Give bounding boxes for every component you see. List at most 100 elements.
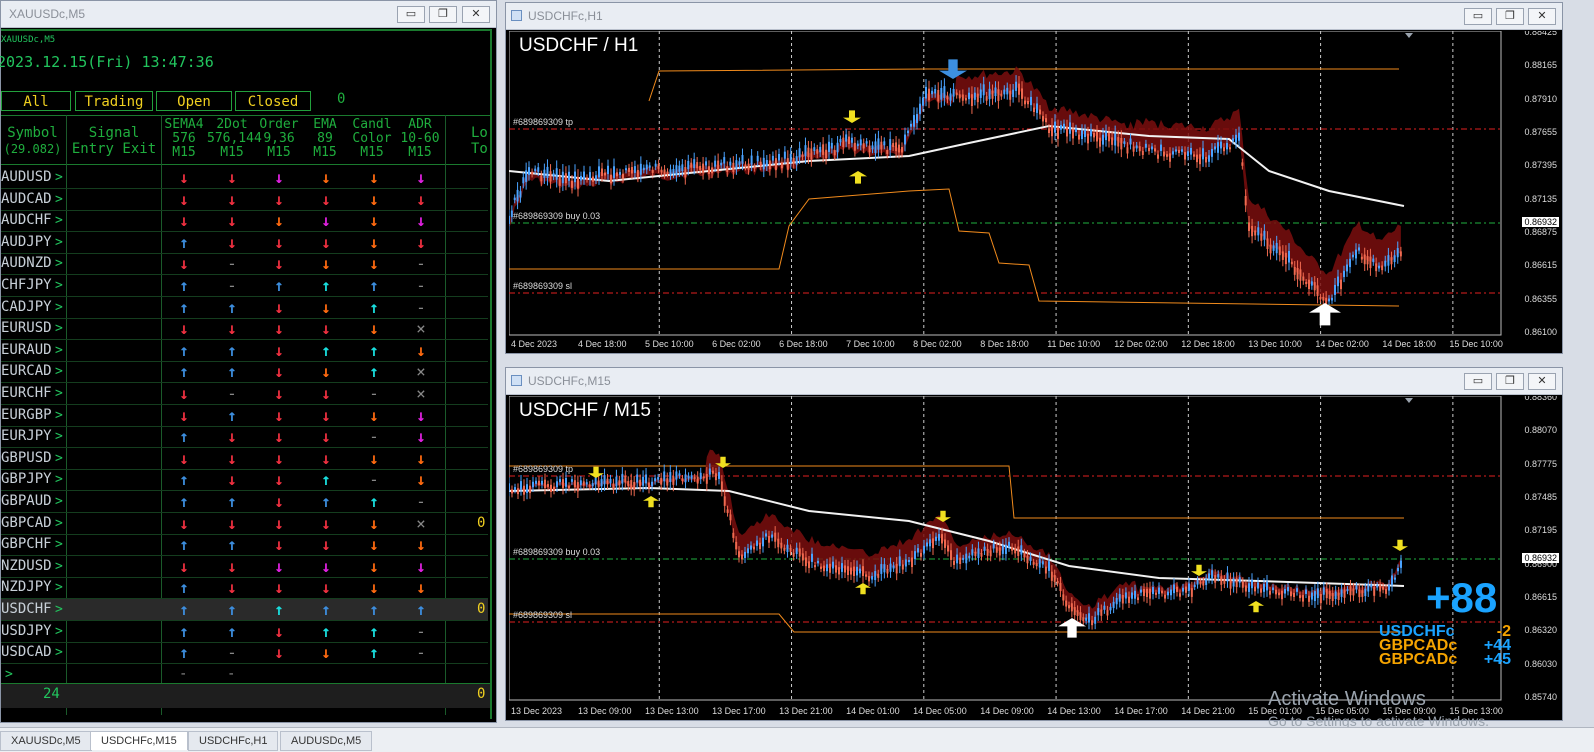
chevron-right-icon[interactable]: > (55, 167, 63, 188)
table-row[interactable]: EURCHF > ↓ - ↓ ↓ - × (1, 383, 488, 405)
candle-body (804, 557, 807, 567)
chevron-right-icon[interactable]: > (55, 448, 63, 469)
candle-body (675, 471, 678, 480)
candle-body (717, 160, 720, 171)
chevron-right-icon[interactable]: > (55, 232, 63, 253)
candle-body (898, 144, 900, 153)
table-row[interactable]: GBPAUD > ↑ ↑ ↓ ↑ ↑ - (1, 491, 488, 513)
table-row[interactable]: EURUSD > ↓ ↓ ↓ ↓ ↓ × (1, 318, 488, 341)
table-row[interactable]: EURJPY > ↑ ↓ ↓ ↓ - ↓ (1, 426, 488, 449)
candle-body (832, 561, 834, 569)
candle-body (856, 566, 858, 576)
tab-all[interactable]: All (1, 91, 71, 111)
table-row[interactable]: CADJPY > ↑ ↑ ↓ ↓ ↑ - (1, 297, 488, 319)
chevron-right-icon[interactable]: > (55, 534, 63, 555)
candle-body (997, 89, 1000, 101)
chevron-right-icon[interactable]: > (55, 491, 63, 512)
candle-body (1269, 244, 1272, 254)
candle-body (564, 173, 567, 184)
chevron-right-icon[interactable]: > (55, 599, 63, 620)
chevron-right-icon[interactable]: > (55, 318, 63, 339)
table-row[interactable]: GBPCAD > ↓ ↓ ↓ ↓ ↓ × 0 (1, 513, 488, 535)
candle-body (1331, 592, 1334, 602)
chart-m15-canvas[interactable]: USDCHF / M15 +88 USDCHFc -2 GBPCADc +44 GBPC… (509, 396, 1559, 717)
table-row[interactable]: CHFJPY > ↑ - ↑ ↑ ↑ - (1, 275, 488, 297)
candle-body (1352, 588, 1355, 596)
table-row[interactable]: EURCAD > ↑ ↑ ↓ ↓ ↑ × (1, 361, 488, 384)
candle-body (526, 484, 528, 493)
table-row[interactable]: EURAUD > ↑ ↑ ↓ ↑ ↑ ↓ (1, 340, 488, 362)
chevron-right-icon[interactable]: > (55, 383, 63, 404)
restore-button[interactable]: ❐ (429, 6, 457, 23)
close-button[interactable]: ✕ (462, 6, 490, 23)
chevron-right-icon[interactable]: > (55, 642, 63, 663)
candle-body (985, 96, 988, 101)
table-row[interactable]: AUDJPY > ↑ ↓ ↓ ↓ ↓ ↓ (1, 232, 488, 254)
table-row[interactable]: NZDUSD > ↓ ↓ ↓ ↓ ↓ ↓ (1, 556, 488, 578)
minimize-button[interactable]: ▭ (1464, 373, 1492, 390)
chevron-right-icon[interactable]: > (55, 405, 63, 426)
candle-body (883, 564, 886, 573)
table-row[interactable]: EURGBP > ↓ ↑ ↓ ↓ ↓ ↓ (1, 405, 488, 427)
chart-h1-canvas[interactable]: USDCHF / H1 #689869309 tp #689869309 buy … (509, 31, 1559, 350)
candle-body (535, 480, 537, 484)
restore-button[interactable]: ❐ (1496, 373, 1524, 390)
table-row[interactable]: AUDUSD > ↓ ↓ ↓ ↓ ↓ ↓ (1, 167, 488, 189)
table-row[interactable]: USDJPY > ↑ ↑ ↓ ↑ ↑ - (1, 621, 488, 643)
chart-h1-titlebar[interactable]: USDCHFc,H1 ▭ ❐ ✕ (506, 3, 1562, 30)
chevron-right-icon[interactable]: > (55, 189, 63, 210)
chevron-right-icon[interactable]: > (55, 340, 63, 361)
chevron-right-icon[interactable]: > (55, 577, 63, 598)
candle-body (708, 166, 710, 174)
candle-body (868, 145, 871, 153)
chart-tab[interactable]: AUDUSDc,M5 (280, 731, 373, 751)
table-row[interactable]: AUDCHF > ↓ ↓ ↓ ↓ ↓ ↓ (1, 210, 488, 233)
chevron-right-icon[interactable]: > (55, 513, 63, 534)
close-button[interactable]: ✕ (1528, 373, 1556, 390)
candle-body (1076, 610, 1079, 616)
tab-closed[interactable]: Closed (235, 91, 311, 111)
candle-body (1238, 132, 1240, 141)
chevron-right-icon[interactable]: > (55, 253, 63, 274)
chevron-right-icon[interactable]: > (55, 621, 63, 642)
table-row[interactable]: GBPJPY > ↑ ↓ ↓ ↑ - ↓ (1, 469, 488, 492)
tab-trading[interactable]: Trading (75, 91, 153, 111)
chevron-right-icon[interactable]: > (55, 210, 63, 231)
chevron-right-icon[interactable]: > (55, 275, 63, 296)
candle-body (1081, 130, 1083, 140)
arrow-shape (1191, 564, 1207, 576)
candle-body (601, 168, 603, 176)
candle-body (1075, 128, 1077, 133)
chevron-right-icon[interactable]: > (55, 469, 63, 490)
table-row[interactable]: GBPUSD > ↓ ↓ ↓ ↓ ↓ ↓ (1, 448, 488, 470)
candle-body (774, 532, 777, 542)
candle-body (546, 166, 549, 178)
chart-tab[interactable]: XAUUSDc,M5 (0, 731, 92, 751)
candle-body (786, 544, 789, 553)
chart-tab[interactable]: USDCHFc,M15 (90, 731, 188, 750)
candle-body (868, 576, 870, 582)
table-row[interactable]: GBPCHF > ↑ ↑ ↓ ↓ ↓ ↓ (1, 534, 488, 557)
chevron-right-icon[interactable]: > (55, 361, 63, 382)
candle-body (901, 564, 904, 570)
restore-button[interactable]: ❐ (1496, 8, 1524, 25)
arrow-down-icon: ↓ (321, 232, 331, 252)
minimize-button[interactable]: ▭ (397, 6, 425, 23)
minimize-button[interactable]: ▭ (1464, 8, 1492, 25)
chevron-right-icon[interactable]: > (55, 556, 63, 577)
table-row[interactable]: AUDNZD > ↓ - ↓ ↓ ↓ - (1, 253, 488, 276)
table-row[interactable]: AUDCAD > ↓ ↓ ↓ ↓ ↓ ↓ (1, 189, 488, 211)
dashboard-titlebar[interactable]: XAUUSDc,M5 ▭ ❐ ✕ (1, 1, 496, 28)
candle-body (1334, 284, 1336, 295)
row-lot-value: 0 (477, 514, 486, 531)
chart-tab[interactable]: USDCHFc,H1 (188, 731, 279, 751)
chevron-right-icon[interactable]: > (55, 426, 63, 447)
tab-open[interactable]: Open (156, 91, 232, 111)
chevron-right-icon[interactable]: > (55, 297, 63, 318)
chart-m15-titlebar[interactable]: USDCHFc,M15 ▭ ❐ ✕ (506, 368, 1562, 395)
table-row[interactable]: NZDJPY > ↑ ↓ ↓ ↓ ↓ ↓ (1, 577, 488, 600)
close-button[interactable]: ✕ (1528, 8, 1556, 25)
table-row[interactable]: USDCHF > ↑ ↑ ↑ ↑ ↑ ↑ 0 (1, 599, 488, 621)
candle-body (509, 483, 510, 491)
table-row[interactable]: USDCAD > ↑ - ↓ ↓ ↑ - (1, 642, 488, 665)
